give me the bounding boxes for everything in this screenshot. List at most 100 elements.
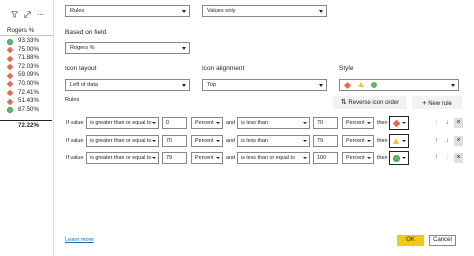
operator-1-select[interactable]: is greater than or equal to xyxy=(86,135,159,147)
cancel-button[interactable]: Cancel xyxy=(429,235,456,246)
move-up-icon[interactable]: ↑ xyxy=(432,136,441,146)
operator-2-value: is less than or equal to xyxy=(241,155,295,161)
unit-1-select[interactable]: Percent xyxy=(191,152,223,164)
move-up-icon[interactable]: ↑ xyxy=(432,153,441,163)
chevron-down-icon xyxy=(152,156,156,159)
unit-2-select[interactable]: Percent xyxy=(342,152,374,164)
unit-2-select[interactable]: Percent xyxy=(342,135,374,147)
operator-2-select[interactable]: is less than xyxy=(237,135,310,147)
red-diamond-icon xyxy=(6,81,14,88)
move-down-icon[interactable]: ↓ xyxy=(443,136,452,146)
icon-picker[interactable] xyxy=(389,116,409,130)
value-1-input[interactable]: 70 xyxy=(162,135,187,147)
apply-to-select[interactable]: Values only xyxy=(202,5,327,17)
if-value-label: If value xyxy=(66,155,84,161)
move-down-icon[interactable]: ↓ xyxy=(443,118,452,128)
operator-1-select[interactable]: is greater than or equal to xyxy=(86,117,159,129)
focus-mode-icon[interactable] xyxy=(24,11,31,18)
and-label: and xyxy=(226,155,235,161)
visual-header-icons xyxy=(11,11,44,18)
delete-icon[interactable]: × xyxy=(454,118,463,128)
operator-1-value: is greater than or equal to xyxy=(90,138,152,144)
icon-alignment-select[interactable]: Top xyxy=(202,79,327,91)
chevron-down-icon xyxy=(319,83,323,87)
chevron-down-icon xyxy=(367,139,371,142)
operator-2-select[interactable]: is less than or equal to xyxy=(237,152,310,164)
table-row: 59.09% xyxy=(0,71,52,80)
ok-button[interactable]: OK xyxy=(397,235,424,246)
based-on-field-value: Rogers % xyxy=(70,45,95,51)
red-diamond-icon xyxy=(6,98,14,105)
style-label: Style xyxy=(339,65,354,72)
yellow-triangle-icon xyxy=(393,138,399,144)
chevron-down-icon xyxy=(216,156,220,159)
value-2-input[interactable]: 100 xyxy=(313,152,338,164)
icon-picker[interactable] xyxy=(389,151,409,165)
chevron-down-icon xyxy=(402,122,406,124)
if-value-label: If value xyxy=(66,138,84,144)
reverse-icon-order-button[interactable]: ⇅ Reverse icon order xyxy=(333,96,407,109)
and-label: and xyxy=(226,138,235,144)
rule-row-3: If value is greater than or equal to 79 … xyxy=(65,151,465,165)
total-value: 72.22% xyxy=(18,122,39,129)
plus-icon: + xyxy=(422,98,427,107)
unit-1-select[interactable]: Percent xyxy=(191,117,223,129)
red-diamond-icon xyxy=(6,72,14,80)
swap-arrows-icon: ⇅ xyxy=(340,99,347,106)
operator-2-value: is less than xyxy=(241,120,268,126)
new-rule-label: New rule xyxy=(428,101,452,107)
icon-layout-label: Icon layout xyxy=(65,65,97,72)
table-row: 51.43% xyxy=(0,97,52,106)
move-down-icon[interactable]: ↓ xyxy=(443,153,452,163)
chevron-down-icon xyxy=(152,139,156,142)
operator-2-select[interactable]: is less than xyxy=(237,117,310,129)
green-circle-icon xyxy=(7,38,13,45)
red-diamond-icon xyxy=(392,119,401,128)
delete-icon[interactable]: × xyxy=(454,153,463,163)
operator-1-select[interactable]: is greater than or equal to xyxy=(86,152,159,164)
unit-1-select[interactable]: Percent xyxy=(191,135,223,147)
chevron-down-icon xyxy=(182,83,186,87)
value-1-input[interactable]: 79 xyxy=(162,152,187,164)
table-row: 72.41% xyxy=(0,89,52,98)
chevron-down-icon xyxy=(451,83,455,87)
icon-layout-select[interactable]: Left of data xyxy=(65,79,190,91)
move-up-icon[interactable]: ↑ xyxy=(432,118,441,128)
icon-style-select[interactable] xyxy=(339,79,459,91)
chevron-down-icon xyxy=(216,121,220,124)
format-style-value: Rules xyxy=(70,8,85,14)
icon-picker[interactable] xyxy=(389,134,409,148)
unit-2-select[interactable]: Percent xyxy=(342,117,374,129)
unit-1-value: Percent xyxy=(195,155,214,161)
yellow-triangle-icon xyxy=(358,82,364,87)
operator-1-value: is greater than or equal to xyxy=(90,155,152,161)
apply-to-value: Values only xyxy=(207,8,236,14)
value-2-input[interactable]: 79 xyxy=(313,135,338,147)
chevron-down-icon xyxy=(182,9,186,13)
filter-icon[interactable] xyxy=(11,11,18,18)
icon-layout-value: Left of data xyxy=(70,82,98,88)
table-row: 75.00% xyxy=(0,46,52,55)
chevron-down-icon xyxy=(152,121,156,124)
based-on-field-select[interactable]: Rogers % xyxy=(65,42,190,54)
new-rule-button[interactable]: + New rule xyxy=(412,96,462,109)
learn-more-link[interactable]: Learn more xyxy=(65,237,94,243)
delete-icon[interactable]: × xyxy=(454,136,463,146)
value-1-input[interactable]: 0 xyxy=(162,117,187,129)
format-style-select[interactable]: Rules xyxy=(65,5,190,17)
then-label: then xyxy=(377,138,388,144)
based-on-field-label: Based on field xyxy=(65,29,107,36)
operator-1-value: is greater than or equal to xyxy=(90,120,152,126)
column-header[interactable]: Rogers % xyxy=(0,25,53,36)
operator-2-value: is less than xyxy=(241,138,268,144)
unit-1-value: Percent xyxy=(195,138,214,144)
green-circle-icon xyxy=(393,155,400,162)
chevron-down-icon xyxy=(402,157,406,159)
green-circle-icon xyxy=(7,107,13,114)
red-diamond-icon xyxy=(343,81,352,89)
value-2-input[interactable]: 70 xyxy=(313,117,338,129)
unit-2-value: Percent xyxy=(346,155,365,161)
table-row: 70.00% xyxy=(0,80,52,89)
more-options-icon[interactable] xyxy=(37,11,44,18)
chevron-down-icon xyxy=(367,121,371,124)
